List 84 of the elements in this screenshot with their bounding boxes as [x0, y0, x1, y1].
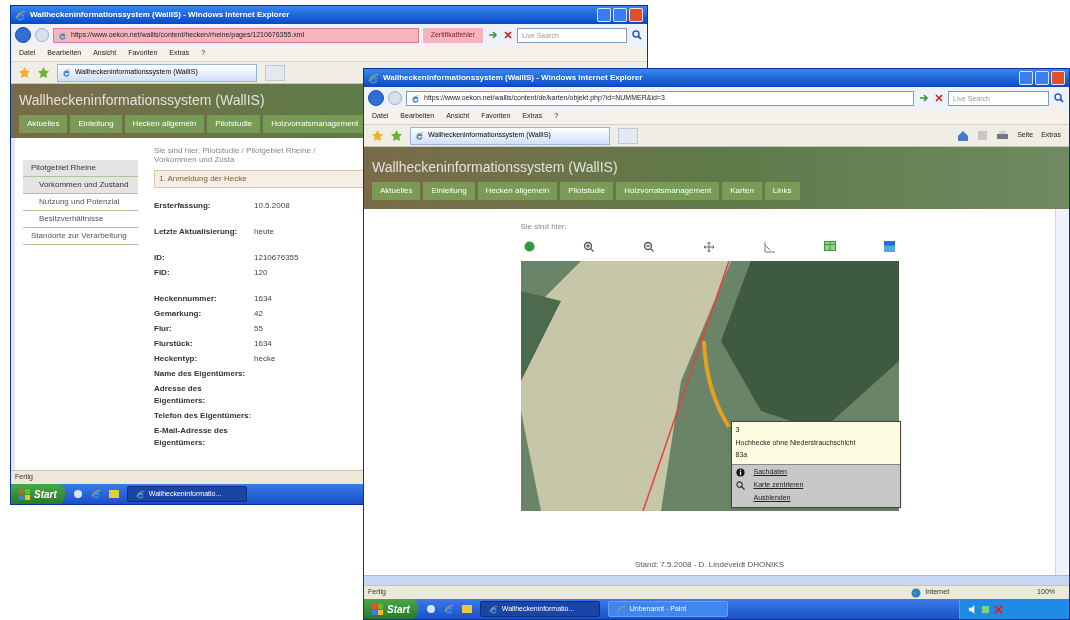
star-icon[interactable] [19, 67, 30, 78]
quick-launch-icon[interactable] [443, 604, 454, 614]
field-label: Letzte Aktualisierung: [154, 226, 239, 238]
back-button[interactable] [368, 90, 384, 106]
folder-icon[interactable] [461, 604, 472, 614]
back-button[interactable] [15, 27, 31, 43]
breadcrumb: Sie sind hier: Pilotstudie / Pilotgebiet Rheine / Vorkommen und Zusta [154, 146, 317, 164]
field-label: Flur: [154, 323, 173, 335]
browser-logo-icon [488, 604, 498, 614]
browser-logo-icon [58, 30, 67, 40]
zoom-in-icon[interactable] [582, 241, 595, 253]
field-label: E-Mail-Adresse des Eigentümers: [154, 425, 229, 449]
sidebar-item[interactable]: Vorkommen und Zustand [23, 177, 138, 194]
browser-logo-icon [62, 68, 71, 77]
browser-logo-icon [368, 72, 379, 84]
field-label: FID: [154, 267, 171, 279]
close-button[interactable] [1051, 71, 1065, 85]
browser-logo-icon [135, 489, 145, 499]
folder-icon[interactable] [108, 489, 119, 499]
field-label: Telefon des Eigentümers: [154, 410, 253, 422]
window-title: Wallheckeninformationssystem (WallIS) - Windows Internet Explorer [383, 72, 643, 84]
field-label: Heckennummer: [154, 293, 218, 305]
field-value: hecke [254, 353, 276, 365]
field-value: 1634 [254, 293, 272, 305]
globe-icon[interactable] [523, 241, 535, 252]
start-button[interactable]: Start [364, 599, 418, 619]
pan-icon[interactable] [703, 241, 716, 253]
add-favorite-icon[interactable] [391, 130, 402, 141]
browser-logo-icon [415, 131, 424, 140]
add-favorite-icon[interactable] [38, 67, 49, 78]
magnifier-icon [735, 481, 745, 490]
warning-icon[interactable] [994, 604, 1003, 614]
horizontal-scrollbar[interactable] [364, 575, 1069, 585]
footer-text: Stand: 7.5.2008 - D. Lindeveldt DHONIKS [635, 559, 784, 571]
maximize-button[interactable] [1035, 71, 1049, 85]
browser-logo-icon [616, 604, 626, 614]
field-value: 1634 [254, 338, 272, 350]
close-button[interactable] [629, 8, 643, 22]
stop-icon[interactable] [934, 93, 944, 103]
field-value: heute [254, 226, 275, 238]
measure-icon[interactable] [763, 241, 776, 253]
zoom-out-icon[interactable] [643, 241, 656, 253]
window-title: Wallheckeninformationssystem (WallIS) - Windows Internet Explorer [30, 9, 290, 21]
browser-logo-icon [15, 9, 26, 21]
forward-button[interactable] [35, 28, 49, 42]
field-value: 42 [254, 308, 263, 320]
minimize-button[interactable] [1019, 71, 1033, 85]
field-label: Adresse des Eigentümers: [154, 383, 207, 407]
site-title: Wallheckeninformationssystem (WallIS) [19, 90, 265, 110]
start-button[interactable]: Start [11, 484, 65, 504]
field-label: Flurstück: [154, 338, 194, 350]
minimize-button[interactable] [597, 8, 611, 22]
windows-flag-icon [19, 488, 30, 500]
info-icon [735, 468, 745, 477]
speaker-icon[interactable] [968, 604, 977, 614]
field-value: 10.5.2008 [254, 200, 290, 212]
breadcrumb: Sie sind hier: [520, 221, 567, 233]
table-icon[interactable] [824, 241, 837, 251]
forward-button[interactable] [388, 91, 402, 105]
printer-icon[interactable] [996, 130, 1010, 141]
field-label: Name des Eigentümers: [154, 368, 247, 380]
sidebar-item[interactable]: Pilotgebiet Rheine [23, 160, 138, 177]
field-label: Gemarkung: [154, 308, 203, 320]
refresh-icon[interactable] [487, 30, 499, 40]
browser-logo-icon [411, 93, 420, 103]
quick-launch-icon[interactable] [90, 489, 101, 499]
field-value: 55 [254, 323, 263, 335]
windows-flag-icon [372, 603, 383, 615]
field-value: 1210676355 [254, 252, 299, 264]
layer-icon[interactable] [884, 241, 896, 252]
field-label: Ersterfassung: [154, 200, 212, 212]
globe-icon [911, 587, 922, 598]
search-icon[interactable] [1053, 92, 1065, 104]
star-icon[interactable] [372, 130, 383, 141]
field-label: Heckentyp: [154, 353, 199, 365]
search-icon[interactable] [631, 29, 643, 41]
home-icon[interactable] [957, 129, 970, 142]
network-icon[interactable] [981, 604, 990, 614]
refresh-icon[interactable] [918, 93, 930, 103]
field-value: 120 [254, 267, 268, 279]
field-label: ID: [154, 252, 166, 264]
maximize-button[interactable] [613, 8, 627, 22]
vertical-scrollbar[interactable] [1055, 209, 1069, 575]
stop-icon[interactable] [503, 30, 513, 40]
